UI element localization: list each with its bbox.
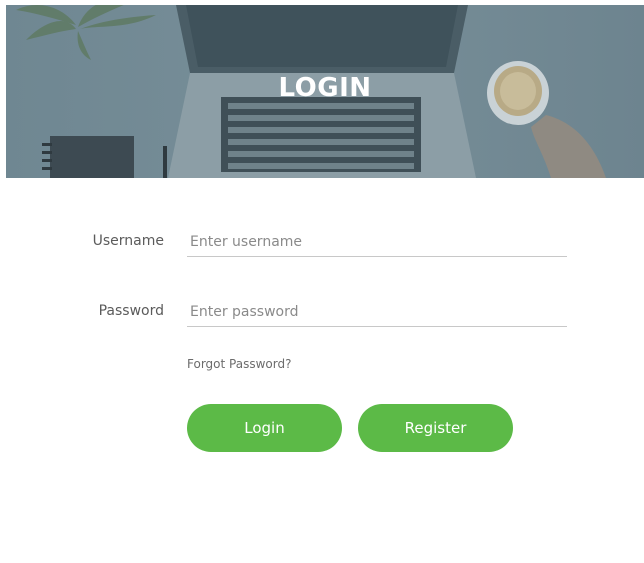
login-button[interactable]: Login — [187, 404, 342, 452]
username-label: Username — [92, 233, 164, 249]
forgot-password-link[interactable]: Forgot Password? — [187, 357, 291, 371]
page-title: LOGIN — [278, 73, 372, 103]
password-input[interactable] — [187, 297, 567, 327]
register-button[interactable]: Register — [358, 404, 513, 452]
hero-banner: LOGIN — [6, 5, 644, 178]
username-input[interactable] — [187, 227, 567, 257]
password-label: Password — [98, 303, 164, 319]
